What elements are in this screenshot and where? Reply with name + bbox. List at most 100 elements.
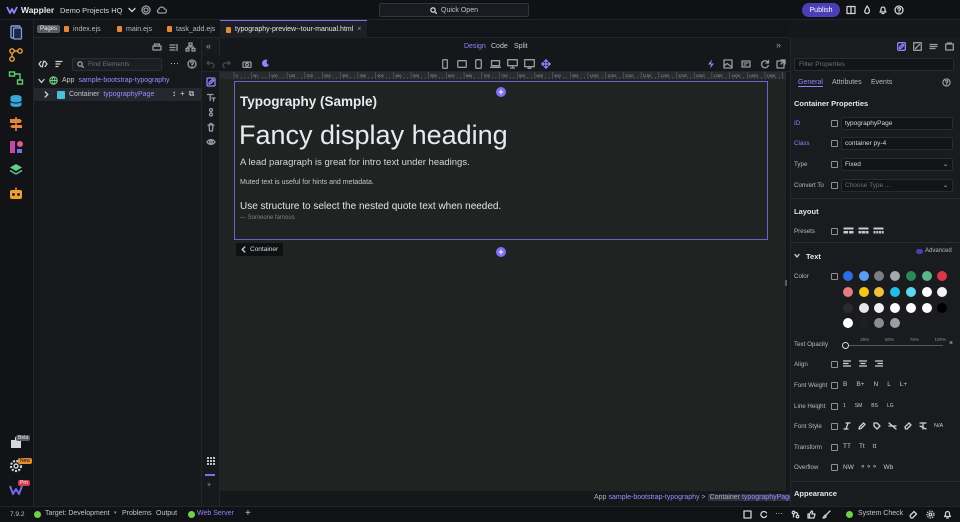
close-tab-icon[interactable]: ×: [357, 26, 361, 33]
help-icon[interactable]: [942, 78, 951, 87]
color-swatch[interactable]: [921, 286, 932, 297]
breadcrumb-app-name[interactable]: sample-bootstrap-typography: [608, 494, 699, 501]
convert-to-select[interactable]: Choose Type ... ⌄: [841, 179, 953, 192]
layers-icon[interactable]: [8, 162, 24, 178]
align-left-icon[interactable]: [843, 360, 851, 367]
help-icon[interactable]: [894, 5, 904, 15]
design-tools-icon[interactable]: [8, 139, 24, 155]
binding-icon[interactable]: [831, 403, 838, 410]
chevron-right-icon[interactable]: [44, 91, 49, 98]
align-right-icon[interactable]: [875, 360, 883, 367]
add-child-icon[interactable]: +: [180, 90, 185, 98]
capitalize-option[interactable]: Tt: [859, 443, 865, 450]
blockquote-text[interactable]: Use structure to select the nested quote…: [240, 201, 501, 212]
image-gallery-icon[interactable]: [723, 59, 733, 69]
color-swatch[interactable]: [874, 302, 885, 313]
eye-icon[interactable]: [206, 137, 216, 147]
add-icon[interactable]: +: [207, 482, 211, 489]
dynamic-attributes-icon[interactable]: [206, 107, 216, 117]
weight-normal[interactable]: N: [873, 381, 878, 388]
dark-mode-moon-icon[interactable]: [261, 59, 270, 68]
tab-events[interactable]: Events: [871, 79, 892, 86]
redo-icon[interactable]: [222, 60, 231, 68]
lightning-icon[interactable]: [707, 59, 715, 69]
target-selector[interactable]: Target: Development: [45, 510, 110, 517]
binding-icon[interactable]: [831, 361, 838, 368]
collapse-right-icon[interactable]: »: [776, 40, 781, 50]
add-terminal-icon[interactable]: +: [245, 508, 251, 519]
tree-item-container[interactable]: Container typographyPage ↕ + ⧉: [34, 88, 202, 101]
color-swatch[interactable]: [843, 271, 853, 281]
binding-icon[interactable]: [831, 273, 838, 280]
overflow-break-word[interactable]: Wb: [883, 464, 893, 471]
selection-badge[interactable]: Container: [236, 243, 284, 256]
settings-icon[interactable]: [926, 510, 935, 519]
bell-icon[interactable]: [878, 5, 888, 15]
screenshot-camera-icon[interactable]: [242, 60, 252, 68]
tab-split[interactable]: Split: [514, 43, 528, 50]
weight-bold[interactable]: B: [843, 381, 847, 388]
move-icon[interactable]: ↕: [172, 90, 176, 98]
text-format-icon[interactable]: [206, 92, 216, 102]
workflow-icon[interactable]: [8, 47, 24, 63]
help-icon[interactable]: [187, 59, 197, 69]
tab-design[interactable]: Design: [464, 43, 486, 50]
chevron-down-icon[interactable]: ▾: [114, 510, 117, 516]
line-height-base[interactable]: BS: [871, 403, 878, 409]
sort-icon[interactable]: [55, 60, 63, 68]
color-swatch[interactable]: [858, 271, 869, 281]
id-field[interactable]: typographyPage: [841, 117, 953, 130]
book-icon[interactable]: [846, 5, 856, 15]
class-field[interactable]: container py-4: [841, 137, 953, 150]
binding-icon[interactable]: [831, 444, 838, 451]
color-swatch[interactable]: [890, 302, 901, 313]
type-select[interactable]: Fixed ⌄: [841, 158, 953, 171]
display-heading[interactable]: Fancy display heading: [239, 120, 508, 151]
weight-bolder[interactable]: B+: [856, 381, 864, 388]
flame-icon[interactable]: [863, 5, 871, 15]
overflow-truncate-icon[interactable]: ⚬⚬⚬: [860, 463, 878, 471]
breadcrumb-app[interactable]: App: [594, 494, 606, 501]
notifications-bell-icon[interactable]: [943, 510, 952, 519]
panel-toggle-icon[interactable]: [743, 510, 752, 519]
quick-open-button[interactable]: Quick Open: [379, 3, 529, 17]
system-check-button[interactable]: System Check: [858, 510, 903, 517]
insert-after-button[interactable]: +: [496, 247, 506, 257]
tab-index-ejs[interactable]: index.ejs: [58, 20, 107, 38]
move-cross-icon[interactable]: [541, 59, 551, 69]
device-desktop-icon[interactable]: [507, 59, 518, 69]
lead-paragraph[interactable]: A lead paragraph is great for intro text…: [240, 157, 470, 168]
pen-icon[interactable]: [858, 422, 866, 430]
color-swatch[interactable]: [905, 286, 916, 297]
device-laptop-icon[interactable]: [490, 60, 501, 68]
web-server-button[interactable]: Web Server: [197, 510, 234, 517]
tab-main-ejs[interactable]: main.ejs: [111, 20, 158, 38]
find-elements-input[interactable]: Find Elements: [72, 58, 162, 71]
font-style-na[interactable]: N/A: [934, 423, 943, 429]
device-phone-landscape-icon[interactable]: [457, 60, 467, 68]
server-connect-icon[interactable]: [8, 70, 24, 86]
cloud-sync-icon[interactable]: [156, 5, 167, 15]
structure-icon[interactable]: [185, 42, 196, 52]
color-swatch[interactable]: [858, 286, 869, 297]
output-button[interactable]: Output: [156, 510, 177, 517]
binding-icon[interactable]: [831, 228, 838, 235]
chevron-down-icon[interactable]: [38, 78, 45, 84]
eraser-icon[interactable]: [909, 510, 918, 519]
binding-icon[interactable]: [831, 120, 838, 127]
ai-assistant-icon[interactable]: [8, 186, 24, 202]
color-swatch[interactable]: [921, 302, 932, 313]
binding-icon[interactable]: [831, 161, 838, 168]
copy-icon[interactable]: ⧉: [189, 90, 195, 98]
binding-icon[interactable]: [831, 140, 838, 147]
color-swatch[interactable]: [843, 286, 853, 297]
filter-properties-input[interactable]: Filter Properties: [794, 58, 954, 71]
color-swatch[interactable]: [890, 286, 901, 297]
tag-icon[interactable]: [873, 422, 881, 430]
clear-opacity-icon[interactable]: ×: [949, 340, 953, 347]
binding-icon[interactable]: [831, 382, 838, 389]
tab-general[interactable]: General: [798, 79, 823, 87]
tab-code[interactable]: Code: [491, 43, 508, 50]
panel-toggle-icon[interactable]: [205, 474, 215, 476]
undo-icon[interactable]: [206, 60, 215, 68]
